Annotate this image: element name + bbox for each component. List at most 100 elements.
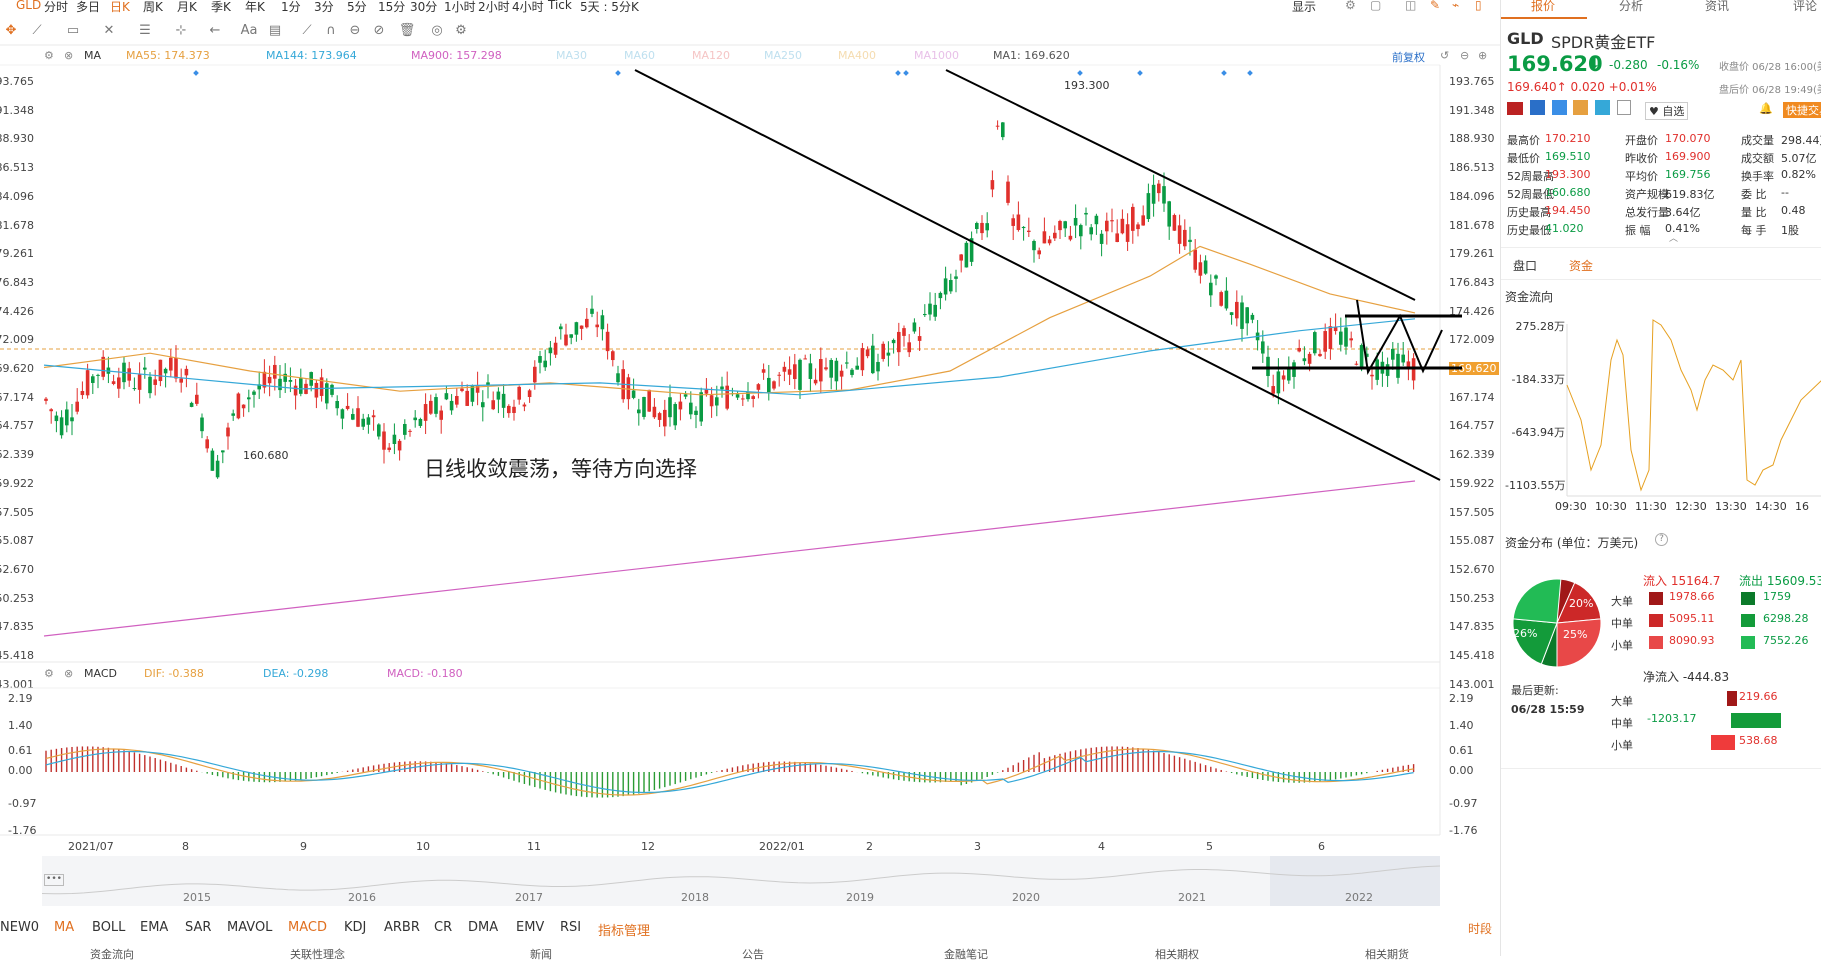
ind-tab[interactable]: MAVOL <box>227 920 272 935</box>
candle-body <box>387 447 391 450</box>
candle-body <box>1094 215 1099 225</box>
ind-tab[interactable]: EMA <box>140 920 168 935</box>
bottom-tab[interactable]: 相关期货 <box>1365 946 1409 962</box>
candle-body <box>595 324 599 328</box>
ind-tab[interactable]: NEW0 <box>0 920 39 935</box>
app-icon[interactable] <box>1529 100 1545 115</box>
candle-body <box>553 342 558 355</box>
candle-body <box>1136 224 1140 230</box>
net-row-label: 小单 <box>1611 739 1633 752</box>
net-bar <box>1727 691 1737 706</box>
tab-comments[interactable]: 评论 <box>1793 0 1817 14</box>
candle-body <box>221 450 225 453</box>
candle-body <box>512 406 516 413</box>
candle-body <box>1406 361 1411 368</box>
kline-chart[interactable] <box>0 0 1500 956</box>
tab-orderbook[interactable]: 盘口 <box>1513 257 1537 274</box>
ind-tab[interactable]: RSI <box>560 920 581 935</box>
candle-body <box>371 415 376 418</box>
divider <box>1501 279 1821 280</box>
gear-icon[interactable]: ⚙ <box>44 667 54 680</box>
help-icon[interactable]: ? <box>1655 533 1668 546</box>
watchlist-button[interactable]: ♥ 自选 <box>1645 102 1689 120</box>
macd-tick: 0.00 <box>1449 764 1474 777</box>
ind-tab[interactable]: DMA <box>468 920 498 935</box>
candle-body <box>465 390 469 406</box>
pie-label-20: 20% <box>1569 597 1594 610</box>
candle-body <box>1235 301 1239 319</box>
candle-body <box>845 362 849 364</box>
expand-icon[interactable]: ︿ <box>1669 231 1678 244</box>
ind-tab[interactable]: CR <box>434 920 452 935</box>
net-row-label: 大单 <box>1611 695 1633 708</box>
candle-body <box>1401 354 1405 363</box>
candle-body <box>725 385 729 409</box>
flow-x-tick: 14:30 <box>1755 500 1787 513</box>
candle-body <box>538 356 542 363</box>
candle-body <box>1359 345 1364 369</box>
candle-body <box>413 417 417 421</box>
candle-body <box>75 401 79 412</box>
ind-tab[interactable]: MACD <box>288 920 327 935</box>
note-icon[interactable] <box>1617 100 1632 115</box>
candle-body <box>793 364 797 380</box>
candle-body <box>673 404 677 426</box>
bottom-tab[interactable]: 公告 <box>742 946 764 962</box>
chart-icon[interactable] <box>1573 100 1589 115</box>
ind-tab[interactable]: KDJ <box>344 920 366 935</box>
time-tick: 3 <box>974 840 981 853</box>
bottom-tab[interactable]: 相关期权 <box>1155 946 1199 962</box>
quick-trade-button[interactable]: 快捷交易 <box>1783 102 1821 118</box>
us-flag-icon[interactable] <box>1507 102 1523 115</box>
candle-body <box>943 278 948 295</box>
candle-body <box>1281 375 1286 380</box>
bottom-tab[interactable]: 关联性理念 <box>290 946 345 962</box>
stat-value: 0.48 <box>1781 204 1806 217</box>
flow-x-tick: 11:30 <box>1635 500 1667 513</box>
macd-label[interactable]: MACD <box>84 667 117 680</box>
bottom-tab[interactable]: 新闻 <box>530 946 552 962</box>
candle-body <box>1162 186 1166 204</box>
stat-value: -- <box>1781 186 1789 199</box>
more-icon[interactable]: ••• <box>44 874 64 886</box>
event-marker <box>1221 70 1227 76</box>
candle-body <box>1375 359 1379 380</box>
candle-body <box>891 339 896 344</box>
tab-quote[interactable]: 报价 <box>1531 0 1555 14</box>
ind-tab[interactable]: EMV <box>516 920 544 935</box>
ind-tab[interactable]: ARBR <box>384 920 420 935</box>
tab-analysis[interactable]: 分析 <box>1619 0 1643 14</box>
ind-tab[interactable]: BOLL <box>92 920 125 935</box>
dist-row-label: 小单 <box>1611 639 1633 652</box>
bottom-tab[interactable]: 资金流向 <box>90 946 134 962</box>
candle-body <box>231 413 235 416</box>
inflow-value: 8090.93 <box>1669 634 1715 647</box>
candle-body <box>829 360 833 378</box>
period-button[interactable]: 时段 <box>1468 920 1492 937</box>
bottom-tab[interactable]: 金融笔记 <box>944 946 988 962</box>
macd-tick: -0.97 <box>8 797 37 810</box>
net-value: -1203.17 <box>1647 712 1697 725</box>
stat-value: 41.020 <box>1545 222 1584 235</box>
bell-icon[interactable]: 🔔 <box>1759 102 1773 115</box>
stat-label: 成交量 <box>1741 134 1774 147</box>
candle-body <box>543 360 547 368</box>
close-icon[interactable]: ⊗ <box>64 667 73 680</box>
stat-label: 开盘价 <box>1625 134 1658 147</box>
ind-tab[interactable]: MA <box>54 920 74 935</box>
candle-body <box>1146 193 1151 220</box>
s-icon[interactable] <box>1551 100 1567 115</box>
candle-body <box>1354 363 1359 365</box>
candle-body <box>496 391 501 400</box>
ind-tab[interactable]: SAR <box>185 920 211 935</box>
candle-body <box>964 242 969 268</box>
outflow-swatch <box>1741 614 1755 627</box>
tab-fund[interactable]: 资金 <box>1569 257 1593 274</box>
divider <box>1501 768 1821 769</box>
tab-news[interactable]: 资讯 <box>1705 0 1729 14</box>
tag-icon[interactable] <box>1595 100 1611 115</box>
candle-body <box>345 405 350 409</box>
ind-manage[interactable]: 指标管理 <box>598 920 650 939</box>
candle-body <box>533 366 537 383</box>
candle-body <box>429 400 433 414</box>
